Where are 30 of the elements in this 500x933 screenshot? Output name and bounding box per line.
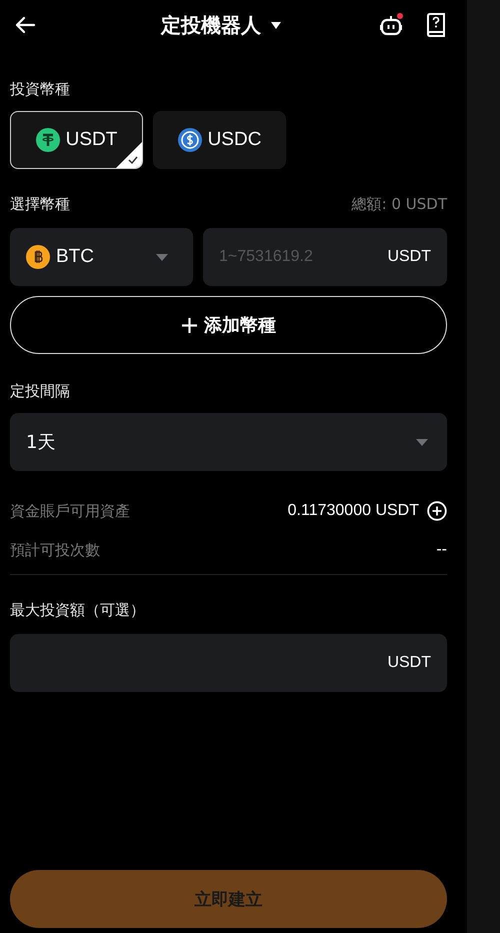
total-amount: 總額: 0 USDT xyxy=(352,195,447,214)
robot-icon[interactable] xyxy=(379,13,405,37)
add-coin-button[interactable]: 添加幣種 xyxy=(10,296,447,354)
back-arrow-icon[interactable] xyxy=(14,16,36,34)
section-label: 選擇幣種 xyxy=(10,195,70,214)
unit-label: USDT xyxy=(387,248,431,266)
info-label: 預計可投次數 xyxy=(10,540,100,560)
section-label: 定投間隔 xyxy=(10,382,71,401)
caret-icon xyxy=(270,20,282,30)
currency-option[interactable]: USDT xyxy=(10,111,143,169)
coin-icon xyxy=(36,128,60,152)
info-value: 0.11730000 USDT xyxy=(288,502,419,520)
coin-select-dropdown[interactable]: BTC xyxy=(10,228,193,286)
section-label: 投資幣種 xyxy=(10,80,71,99)
plus-icon xyxy=(181,316,198,334)
interval-dropdown[interactable]: 1天 xyxy=(10,413,447,471)
check-corner-icon xyxy=(116,142,142,168)
info-label: 資金賬戶可用資產 xyxy=(10,502,130,520)
max-amount-input-field[interactable] xyxy=(10,634,447,692)
page-title-dropdown[interactable]: 定投機器人 xyxy=(161,12,282,38)
caret-icon xyxy=(155,252,169,262)
info-value: -- xyxy=(436,541,447,559)
coin-icon xyxy=(26,245,50,269)
coin-icon xyxy=(178,128,202,152)
add-circle-icon[interactable] xyxy=(427,501,447,521)
section-label: 最大投資額（可選） xyxy=(10,601,146,620)
unit-label: USDT xyxy=(387,654,431,672)
currency-option[interactable]: USDC xyxy=(153,111,286,169)
help-book-icon[interactable] xyxy=(425,13,447,37)
caret-icon xyxy=(415,438,429,446)
